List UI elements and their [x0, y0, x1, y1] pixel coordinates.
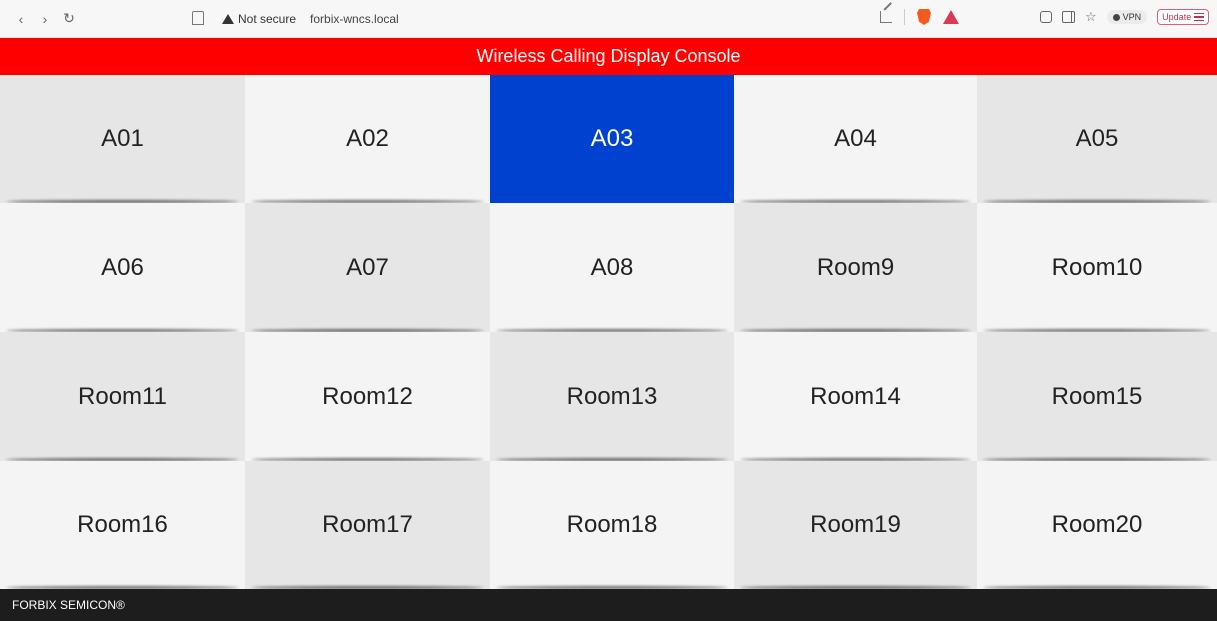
- share-icon[interactable]: [880, 11, 892, 23]
- browser-actions: ☆ VPN Update: [1040, 9, 1210, 25]
- room-tile[interactable]: A08: [490, 203, 734, 332]
- address-bar[interactable]: Not secure forbix-wncs.local: [222, 6, 962, 32]
- menu-icon: [1194, 13, 1205, 21]
- warning-icon: [222, 14, 234, 24]
- room-tile[interactable]: A03: [490, 75, 734, 203]
- room-label: Room20: [1051, 511, 1143, 538]
- page-title-bar: Wireless Calling Display Console: [0, 38, 1217, 75]
- room-label: A02: [346, 125, 389, 152]
- toolbar-divider: [904, 9, 905, 25]
- room-tile[interactable]: A02: [245, 75, 490, 203]
- room-label: Room9: [816, 253, 895, 281]
- bookmark-icon[interactable]: [192, 11, 204, 25]
- url-text[interactable]: forbix-wncs.local: [310, 12, 399, 26]
- room-label: Room19: [810, 511, 901, 538]
- vpn-label: VPN: [1122, 12, 1142, 22]
- brave-shields-icon[interactable]: [917, 9, 931, 25]
- brave-rewards-icon[interactable]: [943, 10, 959, 24]
- room-tile[interactable]: Room13: [490, 332, 734, 461]
- room-label: A08: [590, 253, 634, 281]
- vpn-status-icon: [1112, 13, 1120, 21]
- forward-icon[interactable]: ›: [38, 11, 52, 27]
- room-label: Room14: [810, 382, 901, 410]
- address-bar-tools: [880, 9, 959, 25]
- room-label: Room16: [77, 511, 168, 538]
- room-tile[interactable]: Room15: [977, 332, 1217, 461]
- room-label: A05: [1075, 125, 1119, 152]
- room-tile[interactable]: Room11: [0, 332, 245, 461]
- room-label: Room17: [322, 511, 413, 538]
- browser-toolbar: ‹ › ↻ Not secure forbix-wncs.local ☆ VPN…: [0, 0, 1217, 38]
- room-tile[interactable]: Room12: [245, 332, 490, 461]
- room-tile[interactable]: Room9: [734, 203, 977, 332]
- page-footer: FORBIX SEMICON®: [0, 589, 1217, 621]
- room-tile[interactable]: Room14: [734, 332, 977, 461]
- security-status: Not secure: [238, 12, 297, 26]
- room-tile[interactable]: Room20: [977, 461, 1217, 589]
- room-label: A01: [101, 125, 144, 152]
- room-label: Room13: [566, 382, 658, 410]
- room-label: Room10: [1051, 253, 1143, 281]
- page-title: Wireless Calling Display Console: [476, 46, 741, 66]
- back-icon[interactable]: ‹: [14, 11, 28, 27]
- sidebar-icon[interactable]: [1062, 11, 1075, 23]
- room-tile[interactable]: A07: [245, 203, 490, 332]
- room-label: Room11: [78, 382, 167, 410]
- room-tile[interactable]: A05: [977, 75, 1217, 203]
- reload-icon[interactable]: ↻: [62, 10, 76, 27]
- room-tile[interactable]: Room19: [734, 461, 977, 589]
- room-label: A04: [834, 125, 877, 152]
- room-tile[interactable]: Room16: [0, 461, 245, 589]
- room-tile[interactable]: A01: [0, 75, 245, 203]
- room-label: Room15: [1051, 382, 1143, 410]
- room-tile[interactable]: Room17: [245, 461, 490, 589]
- room-tile[interactable]: A04: [734, 75, 977, 203]
- footer-brand: FORBIX SEMICON®: [12, 598, 125, 612]
- update-button[interactable]: Update: [1157, 9, 1210, 25]
- room-label: Room18: [566, 511, 658, 538]
- browser-nav: ‹ › ↻: [0, 10, 76, 27]
- room-tile[interactable]: Room10: [977, 203, 1217, 332]
- room-label: A06: [101, 253, 144, 281]
- room-label: A07: [346, 253, 389, 281]
- room-grid: A01 A02 A03 A04 A05 A06 A07 A08 Room9 Room10 Room1…: [0, 75, 1217, 589]
- room-tile[interactable]: Room18: [490, 461, 734, 589]
- update-label: Update: [1162, 12, 1192, 22]
- extensions-icon[interactable]: [1040, 11, 1052, 23]
- room-label: A03: [590, 125, 634, 152]
- room-tile[interactable]: A06: [0, 203, 245, 332]
- room-label: Room12: [322, 382, 413, 410]
- vpn-button[interactable]: VPN: [1106, 10, 1148, 24]
- bookmarks-icon[interactable]: ☆: [1085, 10, 1097, 23]
